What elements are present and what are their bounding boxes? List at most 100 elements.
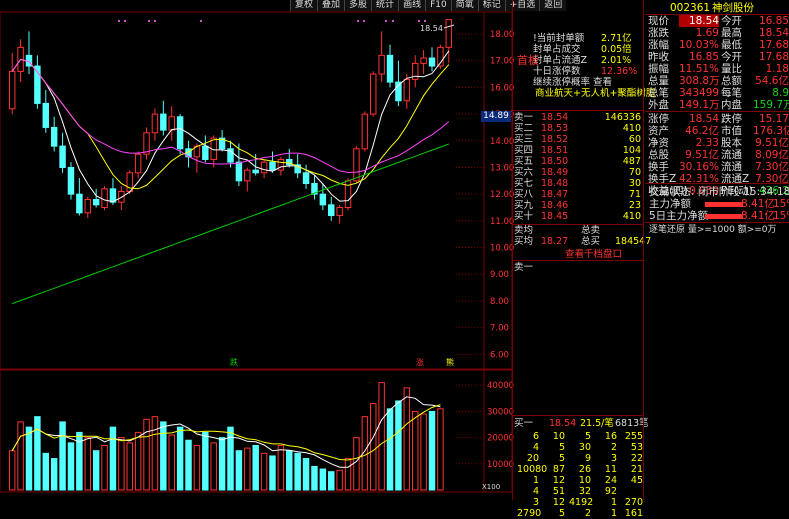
toolbar-button-7[interactable]: 标记 bbox=[477, 0, 505, 11]
limit-up-dot bbox=[424, 20, 426, 22]
volume-bar bbox=[160, 421, 167, 491]
limit-up-dot bbox=[148, 20, 150, 22]
volume-bar bbox=[109, 426, 117, 491]
candle-body bbox=[319, 193, 327, 206]
price-axis-label: 16.00 bbox=[490, 83, 514, 93]
price-axis-label: 17.00 bbox=[490, 57, 514, 67]
ticker-cell: 12 bbox=[552, 497, 565, 508]
order-volume: 71 bbox=[628, 189, 641, 200]
buy1-row: 买一 18.54 21.5/笔 6813笔 bbox=[514, 418, 649, 429]
volume-bar bbox=[286, 450, 293, 491]
limit-up-dot bbox=[385, 20, 387, 22]
volume-mode-label: X100 bbox=[482, 483, 500, 491]
quote-value: 343499 bbox=[679, 87, 720, 99]
quote-value: 159.7万 bbox=[753, 99, 789, 111]
volume-bar bbox=[378, 382, 385, 491]
panel-divider bbox=[512, 0, 513, 500]
ticker-cell: 30 bbox=[578, 442, 591, 453]
filter-footer[interactable]: 逐笔还原 量>=1000 额>=0万 bbox=[645, 224, 789, 236]
quote-row: 总量 308.8万 总额 54.6亿 bbox=[645, 75, 789, 87]
candle-body bbox=[50, 126, 58, 147]
ticker-cell: 20 bbox=[526, 453, 539, 464]
price-axis-label: 18.00 bbox=[490, 30, 514, 40]
volume-bar bbox=[126, 442, 133, 491]
volume-bar bbox=[328, 471, 335, 491]
ticker-cell: 9 bbox=[584, 453, 591, 464]
quote-row: 振幅 11.51% 量比 1.18 bbox=[645, 63, 789, 75]
candle-body bbox=[59, 145, 66, 168]
ticker-cell: 1 bbox=[610, 508, 617, 519]
order-label: 买八 bbox=[514, 189, 534, 200]
ticker-cell: 6 bbox=[532, 431, 539, 442]
limit-up-dot bbox=[154, 20, 156, 22]
quote-value: 7.30亿 bbox=[755, 161, 789, 173]
quote-label: 涨幅 bbox=[648, 39, 669, 51]
toolbar-button-6[interactable]: 简氧 bbox=[450, 0, 478, 11]
divider bbox=[513, 260, 643, 261]
quote-label: 流通 bbox=[721, 149, 742, 161]
quote-label: 内盘 bbox=[721, 99, 742, 111]
toolbar-button-2[interactable]: 多股 bbox=[344, 0, 372, 11]
ticker-cell: 22 bbox=[630, 453, 643, 464]
ticker-cell: 161 bbox=[624, 508, 643, 519]
quote-label: 股本 bbox=[721, 137, 742, 149]
sell1-row: 卖一 bbox=[514, 262, 534, 273]
ticker-cell: 10080 bbox=[517, 464, 548, 475]
candle-body bbox=[353, 148, 360, 182]
concept-tags[interactable]: 商业航天+无人机+聚酯树脂 bbox=[513, 88, 655, 99]
ticker-cell: 24 bbox=[604, 475, 617, 486]
volume-bar bbox=[353, 437, 360, 491]
volume-bar bbox=[151, 416, 159, 491]
volume-bar bbox=[428, 410, 436, 491]
quote-label: 总股 bbox=[648, 149, 669, 161]
quote-label: 总笔 bbox=[648, 87, 669, 99]
order-label: 买四 bbox=[514, 145, 534, 156]
quote-value: 11.51% bbox=[679, 63, 720, 75]
toolbar-button-1[interactable]: 叠加 bbox=[317, 0, 345, 11]
candle-body bbox=[92, 199, 100, 206]
quote-label: 量比 bbox=[721, 63, 742, 75]
quote-row: 涨停 18.54 跌停 15.17 bbox=[645, 113, 789, 125]
volume-bar bbox=[42, 452, 50, 491]
toolbar-button-3[interactable]: 统计 bbox=[371, 0, 399, 11]
candle-body bbox=[361, 113, 369, 150]
quote-value: 18.54 bbox=[758, 27, 789, 39]
quote-value: 16.85 bbox=[758, 15, 789, 27]
quote-row: 总笔 343499 每笔 8.9 bbox=[645, 87, 789, 99]
toolbar-button-0[interactable]: 复权 bbox=[290, 0, 318, 11]
ticker-cell: 255 bbox=[624, 431, 643, 442]
quote-value: 2.33 bbox=[695, 137, 719, 149]
ticker-row: 10080 87 26 11 21 bbox=[513, 464, 643, 475]
panel-divider bbox=[643, 0, 644, 500]
volume-bar bbox=[8, 450, 16, 491]
signal-marker: 涨 bbox=[416, 357, 424, 367]
order-row: 卖一 18.54 146336 bbox=[513, 112, 643, 123]
ticker-row: 4 51 32 92 bbox=[513, 486, 643, 497]
qiandang-link[interactable]: 查看千档盘口 bbox=[513, 249, 643, 260]
quote-row: 外盘 149.1万 内盘 159.7万 bbox=[645, 99, 789, 111]
ticker-row: 4 5 30 2 53 bbox=[513, 442, 643, 453]
candle-body bbox=[176, 116, 184, 150]
ticker-row: 1 12 10 24 45 bbox=[513, 475, 643, 486]
ticker-cell: 10 bbox=[552, 431, 565, 442]
order-volume: 23 bbox=[628, 200, 641, 211]
volume-bar bbox=[336, 469, 343, 491]
stock-header[interactable]: 002361 神剑股份 bbox=[645, 2, 789, 14]
probability-link[interactable]: 继续涨停概率 查看 bbox=[513, 77, 643, 88]
volume-bar bbox=[344, 458, 352, 491]
toolbar-button-4[interactable]: 画线 bbox=[398, 0, 426, 11]
avg-buy-row: 买均 18.27 总买 184547 bbox=[514, 236, 652, 247]
signal-marker: 跌 bbox=[230, 357, 238, 367]
toolbar-button-5[interactable]: F10 bbox=[425, 0, 451, 11]
ticker-cell: 10 bbox=[578, 475, 591, 486]
volume-bar bbox=[420, 413, 427, 491]
candle-body bbox=[84, 199, 91, 214]
volume-bar bbox=[143, 418, 150, 491]
quote-value: 17.68 bbox=[758, 39, 789, 51]
ticker-cell: 1 bbox=[532, 475, 539, 486]
volume-axis-label: 20000 bbox=[487, 434, 514, 444]
candle-body bbox=[8, 70, 16, 110]
order-row: 买七 18.48 30 bbox=[513, 178, 643, 189]
limit-up-dot bbox=[363, 20, 365, 22]
candle-body bbox=[277, 158, 285, 171]
